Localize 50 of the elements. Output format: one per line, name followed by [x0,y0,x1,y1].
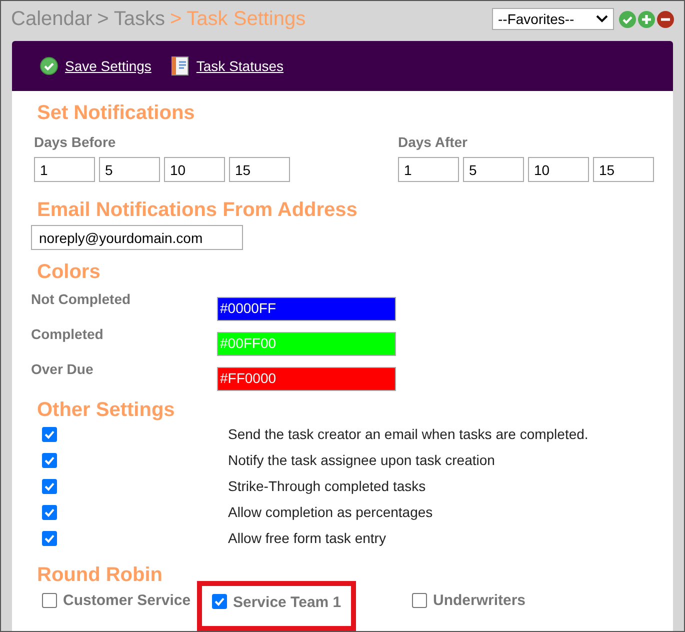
checkbox[interactable] [42,427,57,442]
input-field[interactable]: 10 [528,157,589,182]
field-label: Completed [31,324,104,344]
checkbox[interactable] [42,593,57,608]
checkbox[interactable] [412,593,427,608]
check-icon [40,57,58,75]
setting-label: Send the task creator an email when tasks are completed. [228,425,588,444]
breadcrumb-separator: > [170,7,182,32]
input-field[interactable]: 1 [398,157,459,182]
setting-label: Notify the task assignee upon task creation [228,451,495,470]
dropdown-value: --Favorites-- [498,10,574,28]
checkbox[interactable] [42,531,57,546]
checkbox[interactable] [212,594,227,610]
field-label: Days After [398,133,469,152]
checkbox-label: Service Team 1 [233,592,342,612]
input-field[interactable]: 1 [34,157,95,182]
add-icon[interactable] [638,10,655,28]
setting-label: Allow completion as percentages [228,503,433,522]
checkbox-label: Underwriters [433,590,526,610]
checkbox[interactable] [42,505,57,520]
section-heading: Colors [36,260,102,284]
checkbox[interactable] [42,479,57,494]
input-field[interactable]: 10 [164,157,225,182]
section-heading: Other Settings [36,398,176,422]
section-heading: Set Notifications [36,101,196,125]
input-field[interactable]: 5 [99,157,160,182]
color-field[interactable]: #0000FF [217,296,396,320]
toolbar-link[interactable]: Task Statuses [196,56,284,76]
page-title: Task Settings [186,7,306,32]
breadcrumb-separator: > [97,7,109,32]
section-heading: Email Notifications From Address [36,198,358,222]
input-field[interactable]: 15 [229,157,290,182]
remove-icon[interactable] [657,10,674,28]
input-field[interactable]: 15 [593,157,654,182]
toolbar-link[interactable]: Save Settings [65,56,152,76]
color-field[interactable]: #FF0000 [217,366,396,390]
chevron-down-icon [596,15,608,23]
checkbox[interactable] [42,453,57,468]
setting-label: Allow free form task entry [228,529,386,548]
field-label: Not Completed [31,290,132,309]
section-heading: Round Robin [36,562,164,586]
check-icon[interactable] [619,10,636,28]
checkbox-label: Customer Service [63,590,191,610]
field-label: Days Before [34,133,117,152]
input-field[interactable]: noreply@yourdomain.com [31,225,243,250]
input-field[interactable]: 5 [463,157,524,182]
favorites-dropdown[interactable]: --Favorites-- [492,8,614,30]
field-label: Over Due [31,360,94,378]
setting-label: Strike-Through completed tasks [228,477,426,496]
notebook-icon [171,56,190,76]
